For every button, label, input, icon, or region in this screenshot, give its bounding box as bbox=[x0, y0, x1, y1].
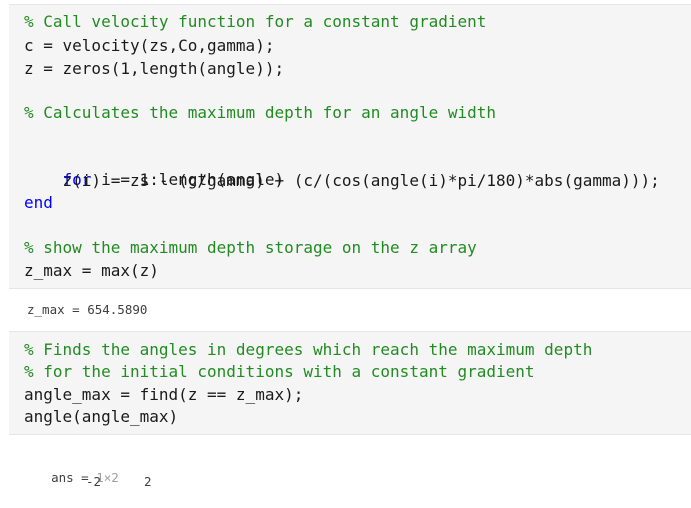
code-line: % for the initial conditions with a cons… bbox=[24, 362, 535, 381]
code-line: % show the maximum depth storage on the … bbox=[24, 238, 477, 257]
code-line: z(i) = zs - (c/gamma) + (c/(cos(angle(i)… bbox=[24, 171, 660, 190]
code-line-for: for i = 1:length(angle) bbox=[24, 147, 285, 189]
code-line: % Calculates the maximum depth for an an… bbox=[24, 103, 497, 122]
keyword-end: end bbox=[24, 193, 53, 212]
code-line: z = zeros(1,length(angle)); bbox=[24, 59, 285, 78]
code-cell-velocity[interactable]: % Call velocity function for a constant … bbox=[9, 4, 691, 289]
code-line: % Call velocity function for a constant … bbox=[24, 12, 487, 31]
code-line: z_max = max(z) bbox=[24, 261, 159, 280]
output-z-max: z_max = 654.5890 bbox=[27, 302, 148, 317]
code-line: % Finds the angles in degrees which reac… bbox=[24, 340, 593, 359]
ans-value: -2 bbox=[86, 474, 102, 489]
code-line: angle(angle_max) bbox=[24, 407, 179, 426]
ans-value: 2 bbox=[144, 474, 152, 489]
code-line: c = velocity(zs,Co,gamma); bbox=[24, 36, 275, 55]
code-line: angle_max = find(z == z_max); bbox=[24, 385, 304, 404]
code-cell-angle-max[interactable]: % Finds the angles in degrees which reac… bbox=[9, 331, 691, 435]
output-ans: ans = 1×2 bbox=[36, 451, 119, 485]
